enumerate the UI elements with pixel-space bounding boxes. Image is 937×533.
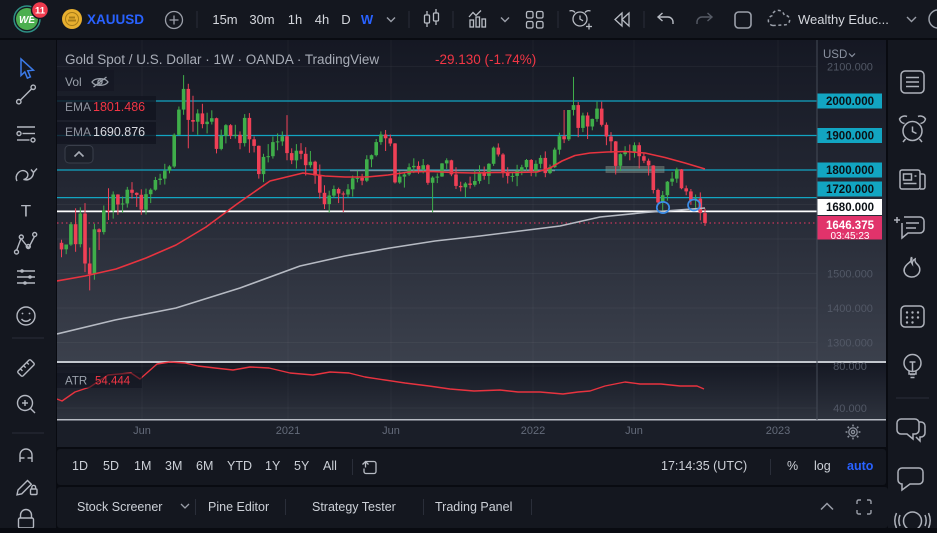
svg-text:1h: 1h <box>288 12 302 27</box>
svg-text:ATR: ATR <box>65 376 87 388</box>
svg-text:1690.876: 1690.876 <box>93 125 145 139</box>
svg-text:Jun: Jun <box>133 425 151 437</box>
svg-text:WE: WE <box>19 15 35 26</box>
svg-text:2023: 2023 <box>766 425 790 437</box>
svg-text:Gold Spot / U.S. Dollar · 1W ·: Gold Spot / U.S. Dollar · 1W · OANDA · T… <box>65 52 379 67</box>
svg-text:XAUUSD: XAUUSD <box>87 12 144 27</box>
svg-text:Vol: Vol <box>65 75 82 89</box>
svg-text:4h: 4h <box>315 12 329 27</box>
svg-text:2021: 2021 <box>276 425 300 437</box>
svg-text:11: 11 <box>35 6 46 17</box>
svg-text:Jun: Jun <box>382 425 400 437</box>
svg-text:-29.130 (-1.74%): -29.130 (-1.74%) <box>435 52 536 67</box>
svg-text:1500.000: 1500.000 <box>827 269 873 281</box>
svg-text:1801.486: 1801.486 <box>93 100 145 114</box>
svg-text:USD: USD <box>823 49 847 61</box>
svg-text:2022: 2022 <box>521 425 545 437</box>
svg-text:2100.000: 2100.000 <box>827 62 873 74</box>
svg-text:1300.000: 1300.000 <box>827 338 873 350</box>
svg-text:EMA: EMA <box>65 100 91 114</box>
svg-text:80.000: 80.000 <box>833 361 867 373</box>
svg-text:40.000: 40.000 <box>833 403 867 415</box>
svg-text:EMA: EMA <box>65 125 91 139</box>
svg-text:2000.000: 2000.000 <box>826 96 874 108</box>
svg-text:15m: 15m <box>212 12 237 27</box>
svg-text:W: W <box>361 12 374 27</box>
svg-text:T: T <box>21 202 31 221</box>
svg-text:D: D <box>341 12 350 27</box>
svg-text:1720.000: 1720.000 <box>826 184 874 196</box>
svg-text:Jun: Jun <box>625 425 643 437</box>
svg-text:1900.000: 1900.000 <box>826 131 874 143</box>
svg-text:1680.000: 1680.000 <box>826 202 874 214</box>
svg-text:54.444: 54.444 <box>95 376 131 388</box>
svg-text:Wealthy Educ...: Wealthy Educ... <box>798 12 889 27</box>
svg-text:30m: 30m <box>249 12 274 27</box>
svg-text:1400.000: 1400.000 <box>827 303 873 315</box>
svg-text:03:45:23: 03:45:23 <box>831 231 870 242</box>
svg-text:1800.000: 1800.000 <box>826 165 874 177</box>
